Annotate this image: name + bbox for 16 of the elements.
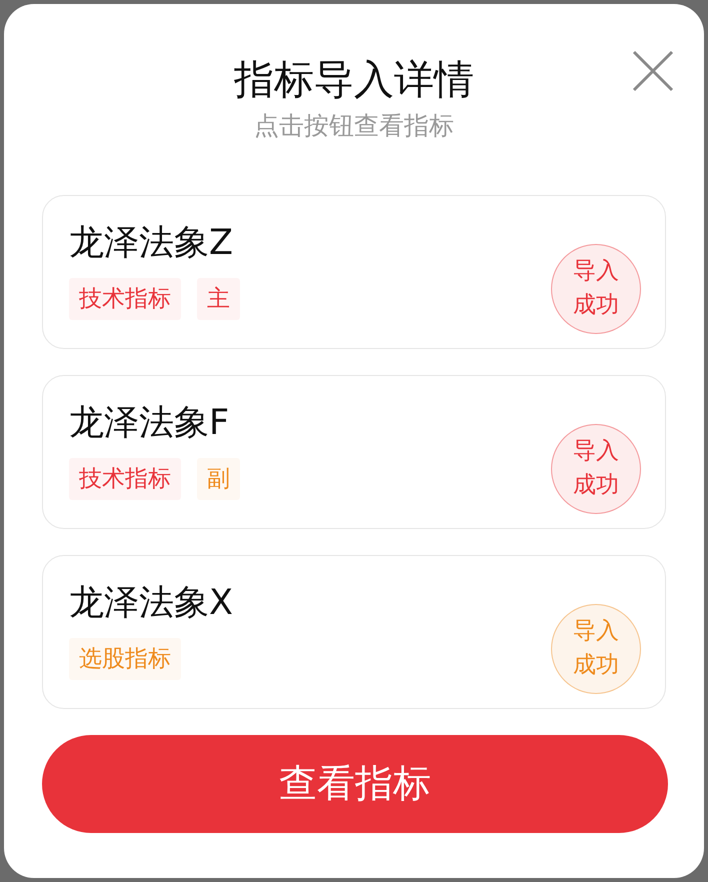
dialog-title: 指标导入详情 <box>234 56 474 104</box>
status-stamp: 导入 成功 <box>551 244 641 334</box>
status-stamp: 导入 成功 <box>551 604 641 694</box>
indicator-name: 龙泽法象F <box>69 402 230 444</box>
indicator-tag: 技术指标 <box>69 278 181 320</box>
indicator-tag: 主 <box>197 278 240 320</box>
indicator-tag: 副 <box>197 458 240 500</box>
indicator-name: 龙泽法象X <box>69 582 233 624</box>
close-button[interactable] <box>630 48 676 94</box>
close-icon <box>630 48 676 94</box>
view-indicators-button[interactable]: 查看指标 <box>42 734 668 832</box>
dialog-subtitle: 点击按钮查看指标 <box>254 110 454 142</box>
status-stamp: 导入 成功 <box>551 424 641 514</box>
indicator-tag: 技术指标 <box>69 458 181 500</box>
indicator-name: 龙泽法象Z <box>69 222 234 264</box>
indicator-tag: 选股指标 <box>69 638 181 680</box>
